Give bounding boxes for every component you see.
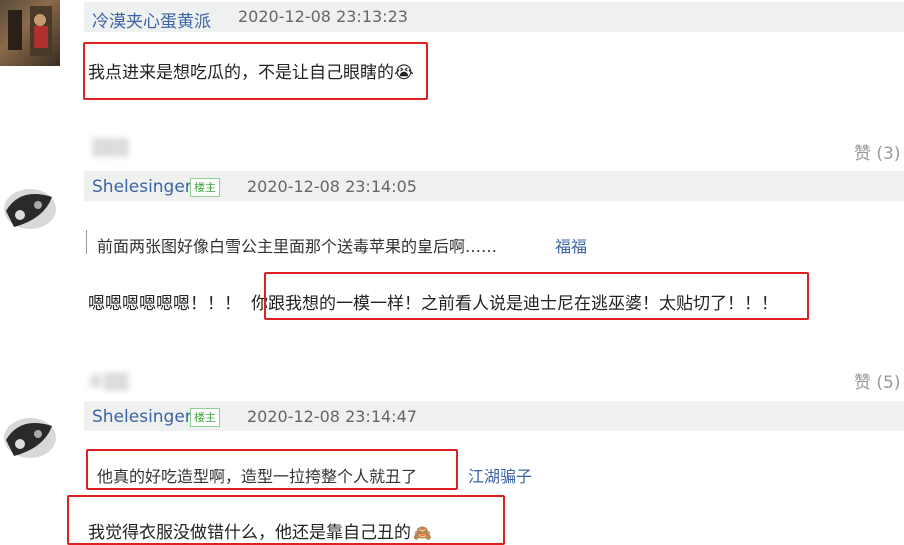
quote-bar — [86, 230, 87, 254]
comment-username[interactable]: Shelesinger — [92, 407, 192, 427]
quote-author-link[interactable]: 福福 — [555, 233, 587, 257]
highlight-box — [264, 272, 809, 320]
op-badge: 楼主 — [190, 178, 220, 197]
comment-time: 2020-12-08 23:14:47 — [247, 407, 417, 426]
comment-prefix: 嗯嗯嗯嗯嗯嗯！！！ — [88, 294, 241, 314]
comment-username[interactable]: 冷漠夹心蛋黄派 — [92, 7, 211, 32]
avatar-image — [4, 189, 56, 229]
avatar[interactable] — [0, 0, 60, 66]
comment-username[interactable]: Shelesinger — [92, 177, 192, 197]
quoted-reply-text: 前面两张图好像白雪公主里面那个送毒苹果的皇后啊…… — [97, 237, 498, 256]
highlight-box — [67, 495, 505, 545]
comment-time: 2020-12-08 23:13:23 — [238, 7, 408, 26]
like-button[interactable]: 赞 (5) — [854, 368, 900, 393]
like-button[interactable]: 赞 (3) — [854, 139, 900, 164]
op-badge: 楼主 — [190, 408, 220, 427]
avatar-image — [4, 418, 56, 458]
highlight-box — [86, 449, 458, 490]
comment-time: 2020-12-08 23:14:05 — [247, 177, 417, 196]
avatar[interactable] — [0, 175, 60, 241]
reply-blurred: ▒▒▒ — [92, 138, 129, 157]
reply-blurred: 来▒▒ — [88, 372, 129, 391]
avatar-image — [8, 6, 52, 56]
quote-author-link[interactable]: 江湖骗子 — [468, 463, 532, 487]
highlight-box — [83, 42, 428, 100]
avatar[interactable] — [0, 404, 60, 470]
